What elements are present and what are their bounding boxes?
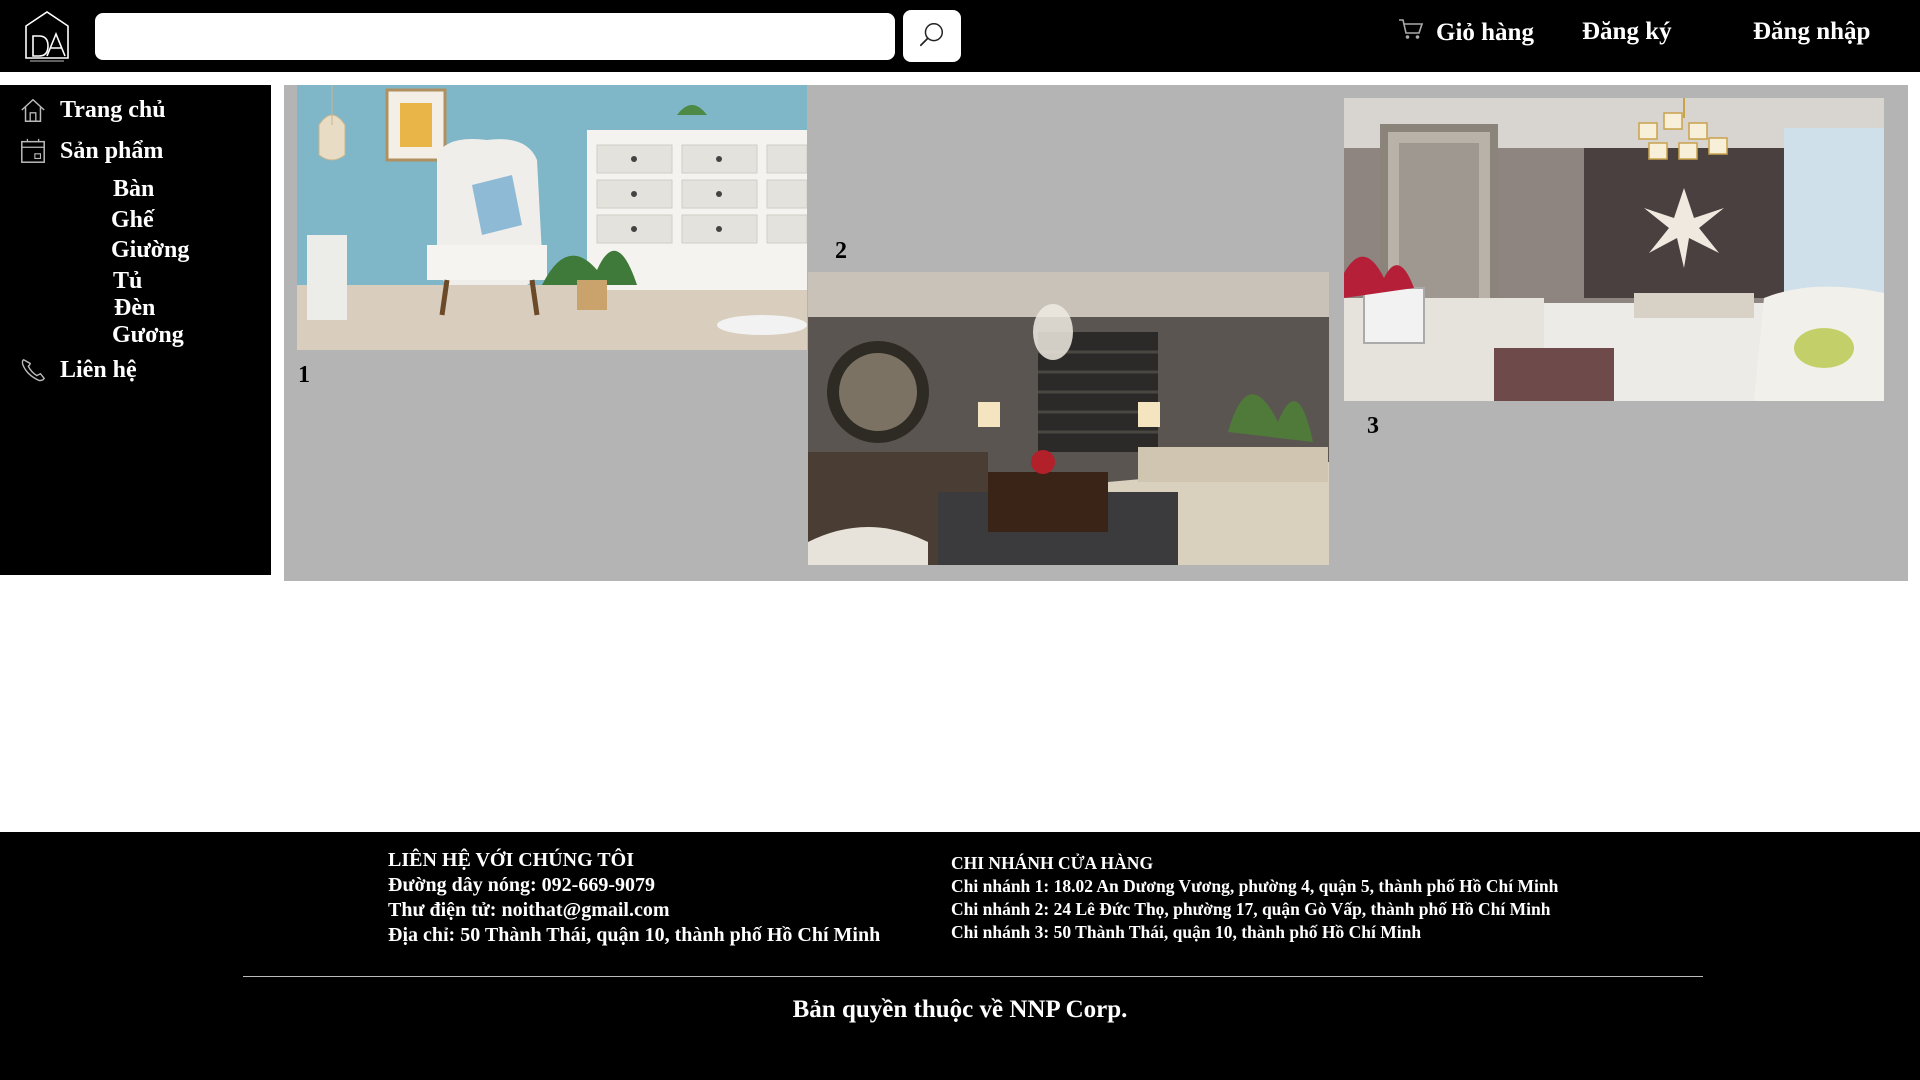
sidebar-subitem-giuong[interactable]: Giường [111, 237, 189, 264]
footer-hotline: Đường dây nóng: 092-669-9079 [388, 874, 655, 896]
slide-number: 2 [835, 238, 847, 264]
sidebar-subitem-guong[interactable]: Gương [112, 322, 184, 349]
sidebar-item-home[interactable]: Trang chủ [18, 95, 166, 125]
page-footer: LIÊN HỆ VỚI CHÚNG TÔI Đường dây nóng: 09… [0, 832, 1920, 1080]
slide-number: 3 [1367, 413, 1379, 439]
sidebar-subitem-ban[interactable]: Bàn [113, 176, 154, 203]
living-room-chair-photo[interactable] [297, 85, 807, 350]
bedroom-chandelier-photo[interactable] [1344, 98, 1884, 401]
footer-contact-heading: LIÊN HỆ VỚI CHÚNG TÔI [388, 849, 634, 871]
top-header: Giỏ hàng Đăng ký Đăng nhập [0, 0, 1920, 72]
register-link[interactable]: Đăng ký [1582, 18, 1672, 46]
search-icon [918, 21, 946, 52]
footer-address: Địa chỉ: 50 Thành Thái, quận 10, thành p… [388, 924, 881, 946]
footer-email: Thư điện tử: noithat@gmail.com [388, 899, 670, 921]
footer-contact: LIÊN HỆ VỚI CHÚNG TÔI Đường dây nóng: 09… [388, 848, 880, 948]
product-box-icon [18, 136, 48, 166]
footer-divider [243, 976, 1703, 977]
footer-branches: CHI NHÁNH CỬA HÀNG Chi nhánh 1: 18.02 An… [951, 852, 1558, 944]
sidebar-subitem-tu[interactable]: Tủ [113, 268, 142, 295]
slide-number: 1 [298, 362, 310, 388]
lounge-room-photo[interactable] [808, 272, 1329, 565]
search-button[interactable] [903, 10, 961, 62]
sidebar-subitem-ghe[interactable]: Ghế [111, 207, 154, 234]
sidebar-item-products[interactable]: Sản phẩm [18, 136, 163, 166]
sidebar-subitem-den[interactable]: Đèn [114, 295, 155, 322]
sidebar-item-label: Sản phẩm [60, 137, 164, 164]
sidebar-item-label: Trang chủ [60, 96, 166, 123]
image-slideshow: 1 2 3 [284, 85, 1908, 581]
sidebar-item-contact[interactable]: Liên hệ [18, 355, 137, 385]
footer-branch: Chi nhánh 2: 24 Lê Đức Thọ, phường 17, q… [951, 899, 1551, 919]
sidebar-menu: Trang chủ Sản phẩm Bàn Ghế Giường Tủ Đèn… [0, 85, 271, 575]
search-input[interactable] [95, 13, 895, 60]
sidebar-item-label: Liên hệ [60, 356, 137, 383]
cart-icon [1398, 18, 1424, 47]
cart-link[interactable]: Giỏ hàng [1398, 18, 1534, 47]
brand-logo[interactable] [22, 10, 72, 62]
footer-branch: Chi nhánh 3: 50 Thành Thái, quận 10, thà… [951, 922, 1422, 942]
cart-label: Giỏ hàng [1436, 18, 1534, 46]
footer-copyright: Bản quyền thuộc về NNP Corp. [792, 996, 1128, 1023]
home-icon [18, 95, 48, 125]
phone-icon [18, 355, 48, 385]
login-link[interactable]: Đăng nhập [1753, 18, 1870, 46]
footer-branches-heading: CHI NHÁNH CỬA HÀNG [951, 853, 1154, 873]
footer-branch: Chi nhánh 1: 18.02 An Dương Vương, phườn… [951, 876, 1559, 896]
